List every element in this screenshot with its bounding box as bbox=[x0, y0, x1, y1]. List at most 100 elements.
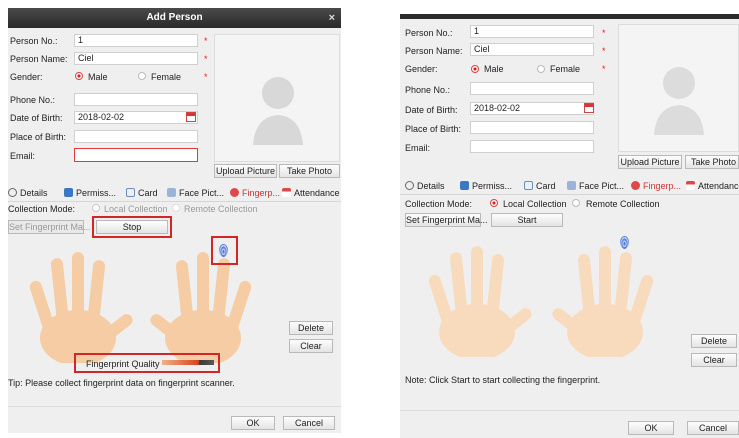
card-icon bbox=[524, 181, 533, 190]
tab-face-picture[interactable]: Face Pict... bbox=[567, 181, 624, 191]
person-name-label: Person Name: bbox=[10, 54, 68, 64]
person-no-field[interactable]: 1 bbox=[74, 34, 198, 47]
tab-fingerprint[interactable]: Fingerp... bbox=[631, 181, 681, 191]
take-photo-button[interactable]: Take Photo bbox=[279, 164, 340, 178]
gender-label: Gender: bbox=[10, 72, 43, 82]
tab-card[interactable]: Card bbox=[524, 181, 556, 191]
delete-button[interactable]: Delete bbox=[289, 321, 333, 335]
gender-female-radio[interactable] bbox=[138, 72, 146, 80]
dob-label: Date of Birth: bbox=[405, 105, 458, 115]
required-mark: * bbox=[204, 36, 208, 46]
gender-male-radio[interactable] bbox=[75, 72, 83, 80]
attendance-icon bbox=[686, 181, 695, 190]
cancel-button[interactable]: Cancel bbox=[283, 416, 335, 430]
tab-permission[interactable]: Permiss... bbox=[460, 181, 512, 191]
phone-field[interactable] bbox=[74, 93, 198, 106]
fingerprint-highlight bbox=[211, 236, 238, 265]
person-photo bbox=[214, 34, 340, 162]
required-mark: * bbox=[204, 72, 208, 82]
ok-button[interactable]: OK bbox=[231, 416, 275, 430]
collection-mode-label: Collection Mode: bbox=[8, 204, 76, 214]
required-mark: * bbox=[602, 46, 606, 56]
clear-button[interactable]: Clear bbox=[691, 353, 737, 367]
local-collection-label: Local Collection bbox=[503, 199, 567, 209]
remote-collection-radio[interactable] bbox=[172, 204, 180, 212]
phone-field[interactable] bbox=[470, 82, 594, 95]
required-mark: * bbox=[602, 28, 606, 38]
quality-highlight bbox=[74, 353, 220, 373]
face-picture-icon bbox=[167, 188, 176, 197]
dob-field[interactable]: 2018-02-02 bbox=[74, 111, 198, 124]
person-no-field[interactable]: 1 bbox=[470, 25, 594, 38]
pob-label: Place of Birth: bbox=[405, 124, 462, 134]
email-field[interactable] bbox=[74, 148, 198, 162]
tab-card[interactable]: Card bbox=[126, 188, 158, 198]
upload-picture-button[interactable]: Upload Picture bbox=[618, 155, 682, 169]
take-photo-button[interactable]: Take Photo bbox=[685, 155, 739, 169]
pob-label: Place of Birth: bbox=[10, 132, 67, 142]
local-collection-radio[interactable] bbox=[92, 204, 100, 212]
details-icon bbox=[405, 181, 414, 190]
cancel-button[interactable]: Cancel bbox=[687, 421, 739, 435]
person-no-label: Person No.: bbox=[405, 28, 453, 38]
clear-button[interactable]: Clear bbox=[289, 339, 333, 353]
fingerprint-indicator-icon bbox=[620, 236, 629, 249]
footer-divider bbox=[8, 406, 341, 407]
start-button[interactable]: Start bbox=[491, 213, 563, 227]
tab-attendance[interactable]: Attendance R... bbox=[686, 181, 739, 191]
gender-female-label: Female bbox=[550, 64, 581, 74]
tab-attendance[interactable]: Attendance R... bbox=[282, 188, 341, 198]
tab-fingerprint[interactable]: Fingerp... bbox=[230, 188, 280, 198]
gender-female-label: Female bbox=[151, 72, 182, 82]
set-fingerprint-button[interactable]: Set Fingerprint Ma... bbox=[8, 220, 91, 234]
stop-button-highlight bbox=[92, 216, 172, 238]
person-silhouette-icon bbox=[654, 67, 704, 135]
card-icon bbox=[126, 188, 135, 197]
person-name-field[interactable]: Ciel bbox=[74, 52, 198, 65]
tab-bar: Details Permiss... Card Face Pict... Fin… bbox=[400, 179, 739, 195]
permission-icon bbox=[64, 188, 73, 197]
delete-button[interactable]: Delete bbox=[691, 334, 737, 348]
tab-permission[interactable]: Permiss... bbox=[64, 188, 116, 198]
remote-collection-label: Remote Collection bbox=[586, 199, 660, 209]
local-collection-label: Local Collection bbox=[104, 204, 168, 214]
ok-button[interactable]: OK bbox=[628, 421, 674, 435]
gender-male-label: Male bbox=[88, 72, 108, 82]
required-mark: * bbox=[602, 64, 606, 74]
details-icon bbox=[8, 188, 17, 197]
required-mark: * bbox=[204, 54, 208, 64]
person-no-label: Person No.: bbox=[10, 36, 58, 46]
local-collection-radio[interactable] bbox=[490, 199, 498, 207]
remote-collection-label: Remote Collection bbox=[184, 204, 258, 214]
add-person-dialog: Add Person × Person No.: 1 * Person Name… bbox=[8, 8, 341, 433]
phone-label: Phone No.: bbox=[405, 85, 451, 95]
gender-male-label: Male bbox=[484, 64, 504, 74]
calendar-icon[interactable] bbox=[186, 112, 196, 122]
pob-field[interactable] bbox=[74, 130, 198, 143]
set-fingerprint-button[interactable]: Set Fingerprint Ma... bbox=[405, 213, 488, 227]
remote-collection-radio[interactable] bbox=[572, 199, 580, 207]
gender-label: Gender: bbox=[405, 64, 438, 74]
pob-field[interactable] bbox=[470, 121, 594, 134]
email-field[interactable] bbox=[470, 140, 594, 153]
fingerprint-icon bbox=[230, 188, 239, 197]
person-silhouette-icon bbox=[253, 77, 303, 145]
close-icon[interactable]: × bbox=[329, 8, 335, 28]
person-photo bbox=[618, 24, 739, 152]
gender-female-radio[interactable] bbox=[537, 65, 545, 73]
email-label: Email: bbox=[405, 143, 431, 153]
person-name-field[interactable]: Ciel bbox=[470, 43, 594, 56]
email-label: Email: bbox=[10, 151, 36, 161]
dob-label: Date of Birth: bbox=[10, 113, 63, 123]
face-picture-icon bbox=[567, 181, 576, 190]
add-person-dialog-right: Person No.: 1 * Person Name: Ciel * Gend… bbox=[400, 14, 739, 438]
calendar-icon[interactable] bbox=[584, 103, 594, 113]
phone-label: Phone No.: bbox=[10, 95, 56, 105]
gender-male-radio[interactable] bbox=[471, 65, 479, 73]
dob-field[interactable]: 2018-02-02 bbox=[470, 102, 594, 115]
tab-face-picture[interactable]: Face Pict... bbox=[167, 188, 224, 198]
fingerprint-icon bbox=[631, 181, 640, 190]
tab-details[interactable]: Details bbox=[8, 188, 48, 198]
tab-details[interactable]: Details bbox=[405, 181, 445, 191]
upload-picture-button[interactable]: Upload Picture bbox=[214, 164, 277, 178]
